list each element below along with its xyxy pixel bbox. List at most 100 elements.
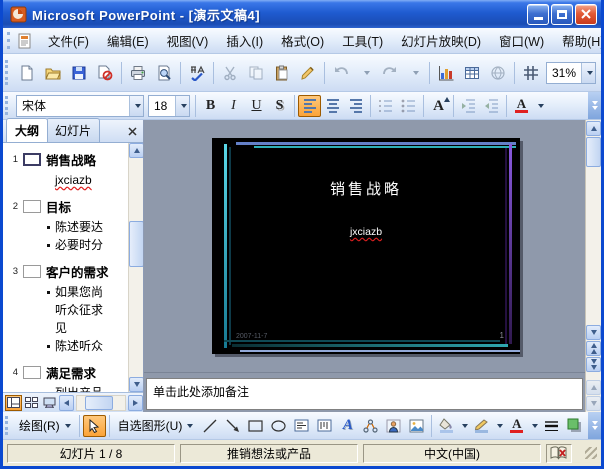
insert-table-button[interactable] xyxy=(459,60,485,86)
outline-sub-text[interactable]: 列出产品 xyxy=(55,386,103,392)
slide-sorter-view-button[interactable] xyxy=(23,395,40,411)
slide-thumbnail-icon[interactable] xyxy=(23,153,41,166)
line-color-button[interactable] xyxy=(470,415,493,437)
select-objects-button[interactable] xyxy=(83,415,106,437)
tab-outline[interactable]: 大纲 xyxy=(6,118,48,142)
outline-title-text[interactable]: 满足需求 xyxy=(46,363,96,382)
align-center-button[interactable] xyxy=(321,95,344,117)
minimize-button[interactable] xyxy=(527,4,549,25)
scroll-up-button[interactable] xyxy=(129,143,143,158)
outline-slide-title[interactable]: 3 客户的需求 xyxy=(3,259,128,283)
insert-chart-button[interactable] xyxy=(433,60,459,86)
outline-text-line[interactable]: jxciazb xyxy=(3,171,128,189)
slide-thumbnail-icon[interactable] xyxy=(23,265,41,278)
font-size-combobox[interactable]: 18 xyxy=(148,95,190,117)
toolbar-options-chevron[interactable] xyxy=(588,92,601,119)
font-color-dropdown[interactable] xyxy=(533,95,546,117)
font-size-dropdown-button[interactable] xyxy=(175,96,189,116)
underline-button[interactable]: U xyxy=(245,95,268,117)
menu-insert[interactable]: 插入(I) xyxy=(217,27,272,54)
open-button[interactable] xyxy=(40,60,66,86)
text-shadow-button[interactable]: S xyxy=(268,95,291,117)
outline-bullet-line[interactable]: 必要时分 xyxy=(3,236,128,254)
line-style-button[interactable] xyxy=(540,415,563,437)
new-button[interactable] xyxy=(14,60,40,86)
font-color-button-drawing[interactable]: A xyxy=(505,415,528,437)
redo-dropdown[interactable] xyxy=(403,62,426,84)
scroll-right-button[interactable] xyxy=(128,395,143,411)
slide[interactable]: 销售战略 jxciazb 2007-11-7 1 xyxy=(212,138,520,354)
scroll-up-button[interactable] xyxy=(586,121,601,136)
close-button[interactable] xyxy=(575,4,597,25)
fill-color-button[interactable] xyxy=(435,415,458,437)
insert-clipart-button[interactable] xyxy=(382,415,405,437)
notes-scroll-up-button[interactable] xyxy=(586,380,601,395)
tab-slides[interactable]: 幻灯片 xyxy=(46,118,100,142)
previous-slide-button[interactable] xyxy=(586,341,601,356)
toolbar-grip[interactable] xyxy=(5,60,12,86)
menu-format[interactable]: 格式(O) xyxy=(272,27,333,54)
outline-bullet-line[interactable]: 列出产品 xyxy=(3,384,128,392)
slide-subtitle[interactable]: jxciazb xyxy=(212,226,520,238)
normal-view-button[interactable] xyxy=(5,395,22,411)
slide-thumbnail-icon[interactable] xyxy=(23,366,41,379)
bold-button[interactable]: B xyxy=(199,95,222,117)
insert-hyperlink-button[interactable] xyxy=(485,60,511,86)
scroll-down-button[interactable] xyxy=(129,377,143,392)
cut-button[interactable] xyxy=(217,60,243,86)
outline-bullet-line[interactable]: 陈述听众 xyxy=(3,337,128,355)
outline-sub-text[interactable]: jxciazb xyxy=(55,173,92,187)
toolbar-options-chevron[interactable] xyxy=(588,412,601,439)
font-color-dropdown-drawing[interactable] xyxy=(528,415,540,437)
menu-help[interactable]: 帮助(H) xyxy=(553,27,604,54)
notes-scroll-down-button[interactable] xyxy=(586,396,601,411)
slideshow-view-button[interactable] xyxy=(41,395,58,411)
maximize-button[interactable] xyxy=(551,4,573,25)
font-color-button[interactable]: A xyxy=(510,95,533,117)
permission-button[interactable] xyxy=(92,60,118,86)
menu-window[interactable]: 窗口(W) xyxy=(490,27,553,54)
line-color-dropdown[interactable] xyxy=(493,415,505,437)
resize-grip[interactable] xyxy=(585,447,597,459)
rectangle-button[interactable] xyxy=(244,415,267,437)
copy-button[interactable] xyxy=(243,60,269,86)
redo-button[interactable] xyxy=(377,60,403,86)
shadow-style-button[interactable] xyxy=(563,415,586,437)
outline-vertical-scrollbar[interactable] xyxy=(128,143,143,392)
show-grid-button[interactable] xyxy=(518,60,544,86)
outline-title-text[interactable]: 目标 xyxy=(46,197,71,216)
text-box-button[interactable] xyxy=(290,415,313,437)
notes-pane[interactable]: 单击此处添加备注 xyxy=(146,378,583,410)
font-name-combobox[interactable]: 宋体 xyxy=(16,95,144,117)
arrow-button[interactable] xyxy=(221,415,244,437)
scroll-track[interactable] xyxy=(586,168,601,324)
outline-text-line[interactable]: 见 xyxy=(3,319,128,337)
outline-slide-title[interactable]: 1 销售战略 xyxy=(3,147,128,171)
increase-font-size-button[interactable]: A xyxy=(427,95,450,117)
fill-color-dropdown[interactable] xyxy=(458,415,470,437)
toolbar-grip[interactable] xyxy=(5,96,12,115)
font-name-dropdown-button[interactable] xyxy=(129,96,143,116)
paste-button[interactable] xyxy=(269,60,295,86)
scroll-left-button[interactable] xyxy=(59,395,74,411)
outline-sub-text[interactable]: 陈述要达 xyxy=(55,220,103,234)
scroll-thumb[interactable] xyxy=(85,396,113,410)
undo-button[interactable] xyxy=(328,60,354,86)
draw-menu-button[interactable]: 绘图(R) xyxy=(14,414,76,437)
autoshapes-menu-button[interactable]: 自选图形(U) xyxy=(113,414,199,437)
outline-slide-title[interactable]: 2 目标 xyxy=(3,194,128,218)
outline-title-text[interactable]: 销售战略 xyxy=(46,150,96,169)
outline-sub-text[interactable]: 见 xyxy=(55,321,67,335)
print-button[interactable] xyxy=(125,60,151,86)
menu-view[interactable]: 视图(V) xyxy=(158,27,218,54)
insert-wordart-button[interactable]: A xyxy=(336,415,359,437)
undo-dropdown[interactable] xyxy=(354,62,377,84)
format-painter-button[interactable] xyxy=(295,60,321,86)
slide-title[interactable]: 销售战略 xyxy=(212,178,520,199)
decrease-indent-button[interactable] xyxy=(457,95,480,117)
align-right-button[interactable] xyxy=(344,95,367,117)
outline-sub-text[interactable]: 必要时分 xyxy=(55,238,103,252)
line-button[interactable] xyxy=(198,415,221,437)
zoom-dropdown-button[interactable] xyxy=(581,63,595,83)
outline-text-line[interactable]: 听众征求 xyxy=(3,301,128,319)
